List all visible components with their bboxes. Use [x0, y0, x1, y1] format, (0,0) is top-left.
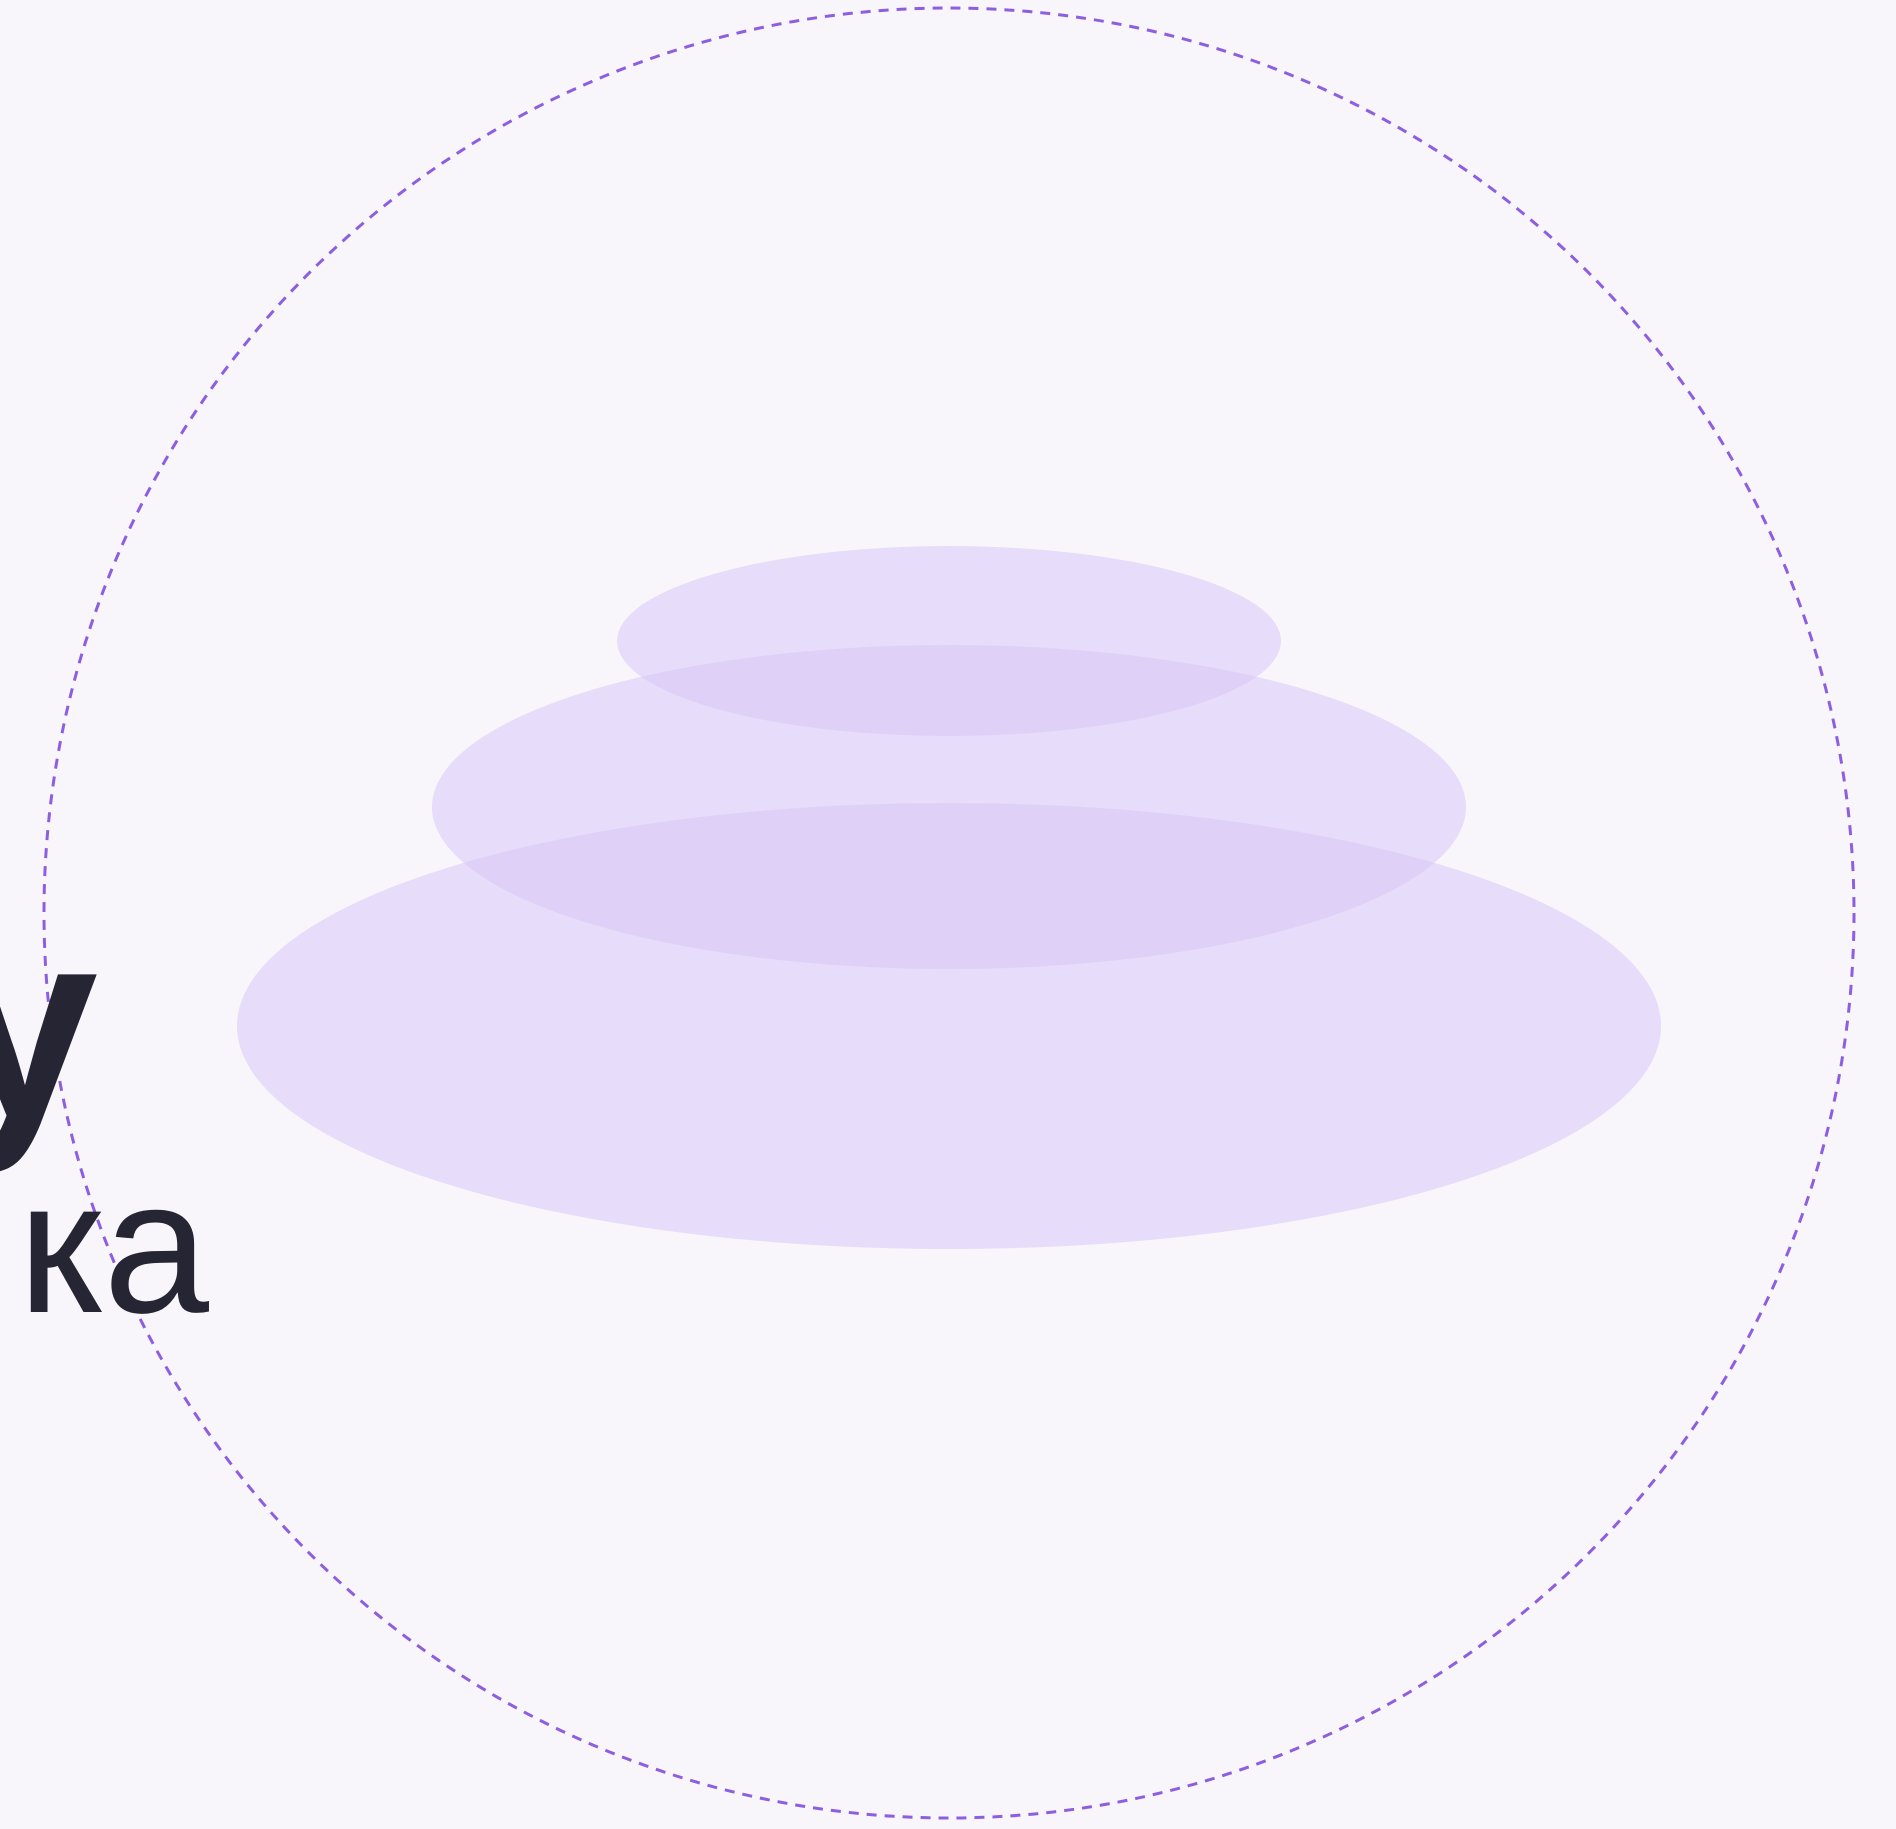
top-ellipse-layer — [617, 546, 1281, 736]
partial-text-line-1: у — [0, 874, 98, 1175]
partial-text-line-2: ка — [18, 1141, 209, 1353]
decorative-illustration — [42, 6, 1856, 1820]
canvas: у ка — [0, 0, 1896, 1829]
